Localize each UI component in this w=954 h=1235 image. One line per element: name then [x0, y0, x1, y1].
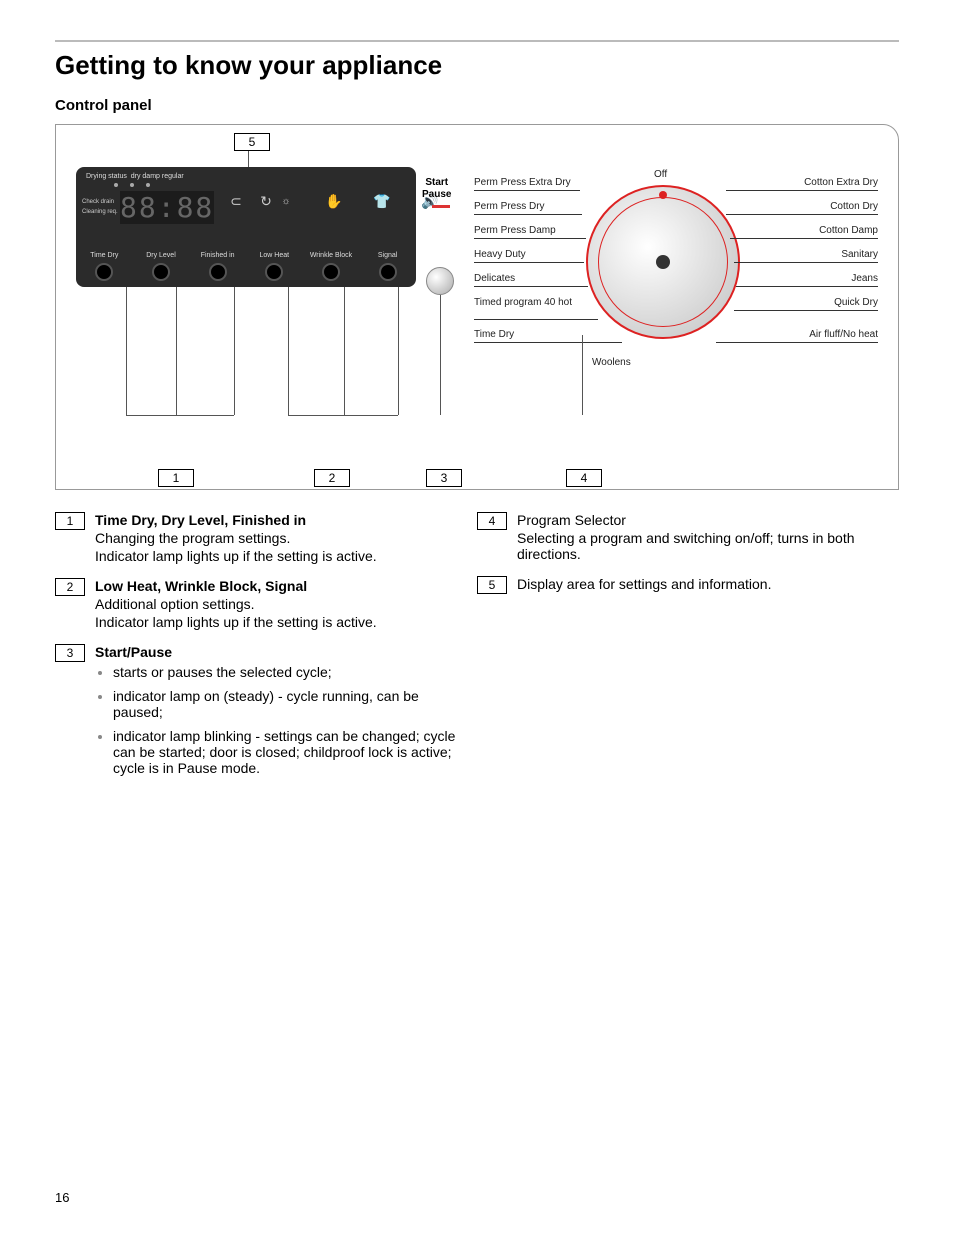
sun-icon: ☼ — [276, 191, 296, 211]
btn-time-dry[interactable] — [95, 263, 113, 281]
legend-2-title: Low Heat, Wrinkle Block, Signal — [95, 578, 307, 594]
legend-5-p1: Display area for settings and informatio… — [517, 576, 889, 592]
shirt-icon: 👕 — [372, 191, 392, 211]
prog-cotton-dry: Cotton Dry — [830, 201, 878, 212]
prog-heavy-duty: Heavy Duty — [474, 249, 526, 260]
btn-wrinkle-block[interactable] — [322, 263, 340, 281]
callout-5: 5 — [234, 133, 270, 151]
btn-label-low-heat: Low Heat — [249, 252, 299, 259]
legend-3-b2: indicator lamp on (steady) - cycle runni… — [113, 688, 467, 720]
legend-1-p2: Indicator lamp lights up if the setting … — [95, 548, 467, 564]
prog-perm-press-dry: Perm Press Dry — [474, 201, 545, 212]
legend-4-title: Program Selector — [517, 512, 626, 528]
dial-indicator-dot — [659, 191, 667, 199]
start-pause-label: Start Pause — [422, 177, 451, 201]
btn-low-heat[interactable] — [265, 263, 283, 281]
page-title: Getting to know your appliance — [55, 50, 899, 81]
btn-dry-level[interactable] — [152, 263, 170, 281]
key-icon: ⊂ — [226, 191, 246, 211]
legend-2-p2: Indicator lamp lights up if the setting … — [95, 614, 467, 630]
btn-finished-in[interactable] — [209, 263, 227, 281]
btn-signal[interactable] — [379, 263, 397, 281]
prog-sanitary: Sanitary — [841, 249, 878, 260]
drying-status-levels: dry damp regular — [131, 173, 184, 180]
callout-4: 4 — [566, 469, 602, 487]
program-selector-dial[interactable] — [586, 185, 740, 339]
start-pause-indicator — [432, 205, 450, 208]
legend-2-p1: Additional option settings. — [95, 596, 467, 612]
legend-num-5: 5 — [477, 576, 507, 594]
seven-segment-display: 88:88 — [120, 191, 214, 224]
control-panel-diagram: 5 Drying status dry damp regular Check d… — [55, 124, 899, 490]
cleaning-req-label: Cleaning req. — [82, 207, 118, 217]
btn-label-time-dry: Time Dry — [79, 252, 129, 259]
prog-perm-press-damp: Perm Press Damp — [474, 225, 556, 236]
legend-4-p1: Selecting a program and switching on/off… — [517, 530, 889, 562]
prog-time-dry: Time Dry — [474, 329, 514, 340]
drying-status-label: Drying status — [86, 173, 127, 180]
page-number: 16 — [55, 1190, 69, 1205]
prog-quick-dry: Quick Dry — [834, 297, 878, 308]
legend-3-b3: indicator lamp blinking - settings can b… — [113, 728, 467, 776]
legend-num-1: 1 — [55, 512, 85, 530]
prog-jeans: Jeans — [851, 273, 878, 284]
display-panel: Drying status dry damp regular Check dra… — [76, 167, 416, 287]
start-pause-button[interactable] — [426, 267, 454, 295]
callout-3: 3 — [426, 469, 462, 487]
prog-woolens: Woolens — [592, 357, 631, 368]
legend-num-3: 3 — [55, 644, 85, 662]
refresh-icon: ↻ — [256, 191, 276, 211]
legend-1-p1: Changing the program settings. — [95, 530, 467, 546]
btn-label-dry-level: Dry Level — [136, 252, 186, 259]
prog-air-fluff: Air fluff/No heat — [809, 329, 878, 340]
section-title: Control panel — [55, 97, 899, 114]
legend-3-b1: starts or pauses the selected cycle; — [113, 664, 467, 680]
check-drain-label: Check drain — [82, 197, 118, 207]
legend-1-title: Time Dry, Dry Level, Finished in — [95, 512, 306, 528]
btn-label-signal: Signal — [363, 252, 413, 259]
prog-timed-40-hot: Timed program 40 hot — [474, 297, 572, 308]
legend-num-4: 4 — [477, 512, 507, 530]
legend-3-title: Start/Pause — [95, 644, 172, 660]
callout-2: 2 — [314, 469, 350, 487]
btn-label-wrinkle-block: Wrinkle Block — [306, 252, 356, 259]
prog-perm-press-extra-dry: Perm Press Extra Dry — [474, 177, 571, 188]
prog-cotton-damp: Cotton Damp — [819, 225, 878, 236]
prog-delicates: Delicates — [474, 273, 515, 284]
legend-num-2: 2 — [55, 578, 85, 596]
prog-cotton-extra-dry: Cotton Extra Dry — [804, 177, 878, 188]
legend: 1 Time Dry, Dry Level, Finished in Chang… — [55, 500, 899, 784]
hand-icon: ✋ — [324, 191, 344, 211]
callout-1: 1 — [158, 469, 194, 487]
btn-label-finished-in: Finished in — [193, 252, 243, 259]
prog-off: Off — [654, 169, 667, 180]
